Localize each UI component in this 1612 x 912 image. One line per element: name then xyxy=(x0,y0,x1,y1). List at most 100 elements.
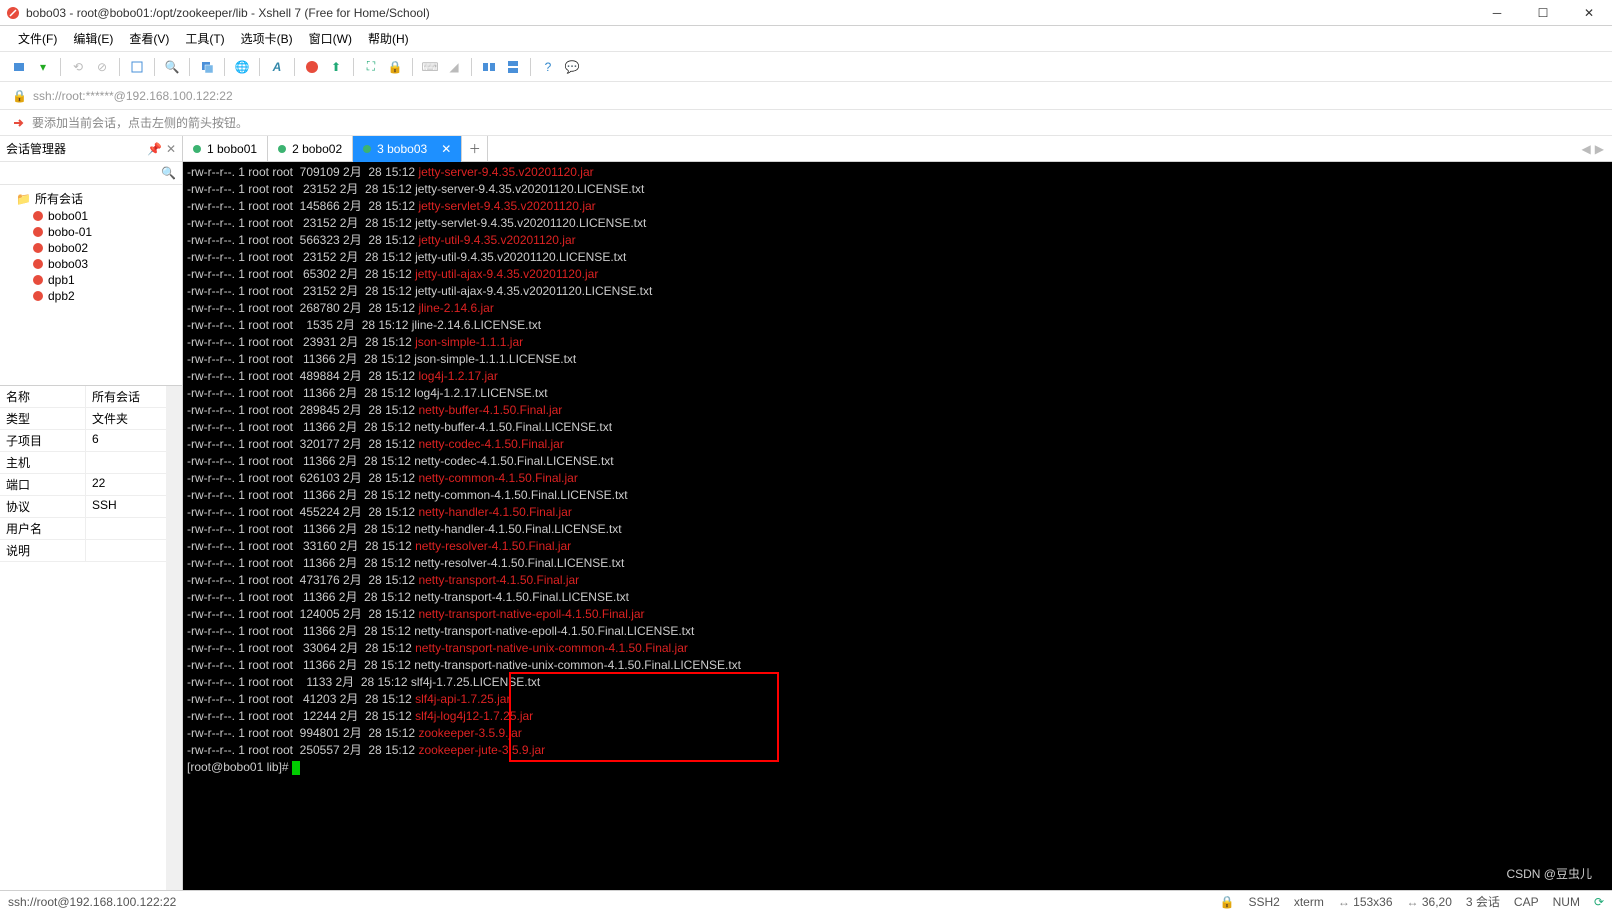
xftp-icon[interactable]: ⬆ xyxy=(325,56,347,78)
terminal-line: -rw-r--r--. 1 root root 23152 2月 28 15:1… xyxy=(187,181,1608,198)
tree-session-item[interactable]: bobo03 xyxy=(2,256,180,272)
status-bar: ssh://root@192.168.100.122:22 🔒SSH2xterm… xyxy=(0,890,1612,912)
status-left: ssh://root@192.168.100.122:22 xyxy=(8,895,176,909)
hint-text: 要添加当前会话，点击左侧的箭头按钮。 xyxy=(32,114,248,131)
terminal-line: -rw-r--r--. 1 root root 11366 2月 28 15:1… xyxy=(187,453,1608,470)
maximize-button[interactable]: ☐ xyxy=(1520,0,1566,26)
tree-session-item[interactable]: bobo01 xyxy=(2,208,180,224)
session-icon xyxy=(32,274,44,286)
new-session-icon[interactable] xyxy=(8,56,30,78)
terminal-line: -rw-r--r--. 1 root root 11366 2月 28 15:1… xyxy=(187,589,1608,606)
menu-item[interactable]: 文件(F) xyxy=(10,26,65,51)
session-icon xyxy=(32,226,44,238)
toolbar: ▾ ⟲ ⊘ 🔍 🌐 A ⬆ ⛶ 🔒 ⌨ ◢ ? 💬 xyxy=(0,52,1612,82)
status-dot-icon xyxy=(278,145,286,153)
tree-session-item[interactable]: bobo02 xyxy=(2,240,180,256)
property-row: 子项目6 xyxy=(0,430,182,452)
property-key: 用户名 xyxy=(0,518,86,539)
terminal-line: -rw-r--r--. 1 root root 289845 2月 28 15:… xyxy=(187,402,1608,419)
hint-bar: 要添加当前会话，点击左侧的箭头按钮。 xyxy=(0,110,1612,136)
terminal-line: -rw-r--r--. 1 root root 11366 2月 28 15:1… xyxy=(187,657,1608,674)
lock-icon[interactable]: 🔒 xyxy=(384,56,406,78)
address-bar[interactable]: 🔒 ssh://root:******@192.168.100.122:22 xyxy=(0,82,1612,110)
tree-session-item[interactable]: dpb1 xyxy=(2,272,180,288)
property-key: 协议 xyxy=(0,496,86,517)
tab-bobo03[interactable]: 3 bobo03 ✕ xyxy=(353,136,462,162)
menu-item[interactable]: 窗口(W) xyxy=(301,26,360,51)
terminal-line: -rw-r--r--. 1 root root 1133 2月 28 15:12… xyxy=(187,674,1608,691)
highlight-icon[interactable]: ◢ xyxy=(443,56,465,78)
terminal-line: -rw-r--r--. 1 root root 124005 2月 28 15:… xyxy=(187,606,1608,623)
terminal-line: -rw-r--r--. 1 root root 145866 2月 28 15:… xyxy=(187,198,1608,215)
tab-bobo02[interactable]: 2 bobo02 xyxy=(268,136,353,162)
menu-item[interactable]: 工具(T) xyxy=(177,26,232,51)
session-icon xyxy=(32,242,44,254)
terminal-line: -rw-r--r--. 1 root root 41203 2月 28 15:1… xyxy=(187,691,1608,708)
terminal-line: -rw-r--r--. 1 root root 23931 2月 28 15:1… xyxy=(187,334,1608,351)
terminal[interactable]: -rw-r--r--. 1 root root 709109 2月 28 15:… xyxy=(183,162,1612,890)
property-row: 用户名 xyxy=(0,518,182,540)
tile-h-icon[interactable] xyxy=(478,56,500,78)
status-dot-icon xyxy=(193,145,201,153)
reconnect-icon[interactable]: ⟲ xyxy=(67,56,89,78)
close-button[interactable]: ✕ xyxy=(1566,0,1612,26)
property-row: 协议SSH xyxy=(0,496,182,518)
globe-icon[interactable]: 🌐 xyxy=(231,56,253,78)
tree-root-label: 所有会话 xyxy=(35,190,83,207)
chat-icon[interactable]: 💬 xyxy=(561,56,583,78)
new-tab-button[interactable]: ＋ xyxy=(462,136,488,162)
keyboard-icon[interactable]: ⌨ xyxy=(419,56,441,78)
open-icon[interactable]: ▾ xyxy=(32,56,54,78)
property-key: 主机 xyxy=(0,452,86,473)
menu-item[interactable]: 帮助(H) xyxy=(360,26,417,51)
menubar: 文件(F)编辑(E)查看(V)工具(T)选项卡(B)窗口(W)帮助(H) xyxy=(0,26,1612,52)
terminal-line: -rw-r--r--. 1 root root 320177 2月 28 15:… xyxy=(187,436,1608,453)
menu-item[interactable]: 选项卡(B) xyxy=(233,26,301,51)
tree-session-item[interactable]: bobo-01 xyxy=(2,224,180,240)
terminal-line: -rw-r--r--. 1 root root 1535 2月 28 15:12… xyxy=(187,317,1608,334)
pin-icon[interactable]: 📌 xyxy=(147,142,162,156)
terminal-line: -rw-r--r--. 1 root root 11366 2月 28 15:1… xyxy=(187,385,1608,402)
xagent-icon[interactable] xyxy=(301,56,323,78)
terminal-line: -rw-r--r--. 1 root root 455224 2月 28 15:… xyxy=(187,504,1608,521)
session-tree[interactable]: 📁 所有会话 bobo01bobo-01bobo02bobo03dpb1dpb2 xyxy=(0,185,182,385)
address-text: ssh://root:******@192.168.100.122:22 xyxy=(33,89,233,103)
tab-bobo01[interactable]: 1 bobo01 xyxy=(183,136,268,162)
window-title: bobo03 - root@bobo01:/opt/zookeeper/lib … xyxy=(26,6,430,20)
terminal-line: -rw-r--r--. 1 root root 566323 2月 28 15:… xyxy=(187,232,1608,249)
terminal-line: -rw-r--r--. 1 root root 23152 2月 28 15:1… xyxy=(187,215,1608,232)
terminal-line: -rw-r--r--. 1 root root 33160 2月 28 15:1… xyxy=(187,538,1608,555)
tile-v-icon[interactable] xyxy=(502,56,524,78)
session-icon xyxy=(32,258,44,270)
sidebar-search-icon[interactable]: 🔍 xyxy=(161,166,176,180)
property-key: 端口 xyxy=(0,474,86,495)
tab-label: 3 bobo03 xyxy=(377,142,427,156)
menu-item[interactable]: 查看(V) xyxy=(121,26,177,51)
sidebar-close-icon[interactable]: ✕ xyxy=(166,142,176,156)
sync-icon[interactable]: ⟳ xyxy=(1594,895,1604,909)
tree-root[interactable]: 📁 所有会话 xyxy=(2,189,180,208)
tab-next-icon[interactable]: ▶ xyxy=(1595,142,1604,156)
properties-icon[interactable] xyxy=(126,56,148,78)
property-key: 类型 xyxy=(0,408,86,429)
fullscreen-icon[interactable]: ⛶ xyxy=(360,56,382,78)
font-icon[interactable]: A xyxy=(266,56,288,78)
tree-item-label: bobo03 xyxy=(48,257,88,271)
search-icon[interactable]: 🔍 xyxy=(161,56,183,78)
tree-session-item[interactable]: dpb2 xyxy=(2,288,180,304)
tab-prev-icon[interactable]: ◀ xyxy=(1582,142,1591,156)
tab-close-icon[interactable]: ✕ xyxy=(441,142,451,156)
scrollbar[interactable] xyxy=(166,386,182,890)
disconnect-icon[interactable]: ⊘ xyxy=(91,56,113,78)
sidebar-title: 会话管理器 xyxy=(6,140,66,157)
app-icon xyxy=(6,6,20,20)
property-row: 类型文件夹 xyxy=(0,408,182,430)
copy-icon[interactable] xyxy=(196,56,218,78)
menu-item[interactable]: 编辑(E) xyxy=(65,26,121,51)
property-key: 子项目 xyxy=(0,430,86,451)
help-icon[interactable]: ? xyxy=(537,56,559,78)
terminal-line: -rw-r--r--. 1 root root 994801 2月 28 15:… xyxy=(187,725,1608,742)
session-manager-sidebar: 会话管理器 📌 ✕ 🔍 📁 所有会话 bobo01bobo-01bobo02bo… xyxy=(0,136,183,890)
tabs-bar: 1 bobo012 bobo02 3 bobo03 ✕ ＋ ◀ ▶ xyxy=(183,136,1612,162)
minimize-button[interactable]: ─ xyxy=(1474,0,1520,26)
